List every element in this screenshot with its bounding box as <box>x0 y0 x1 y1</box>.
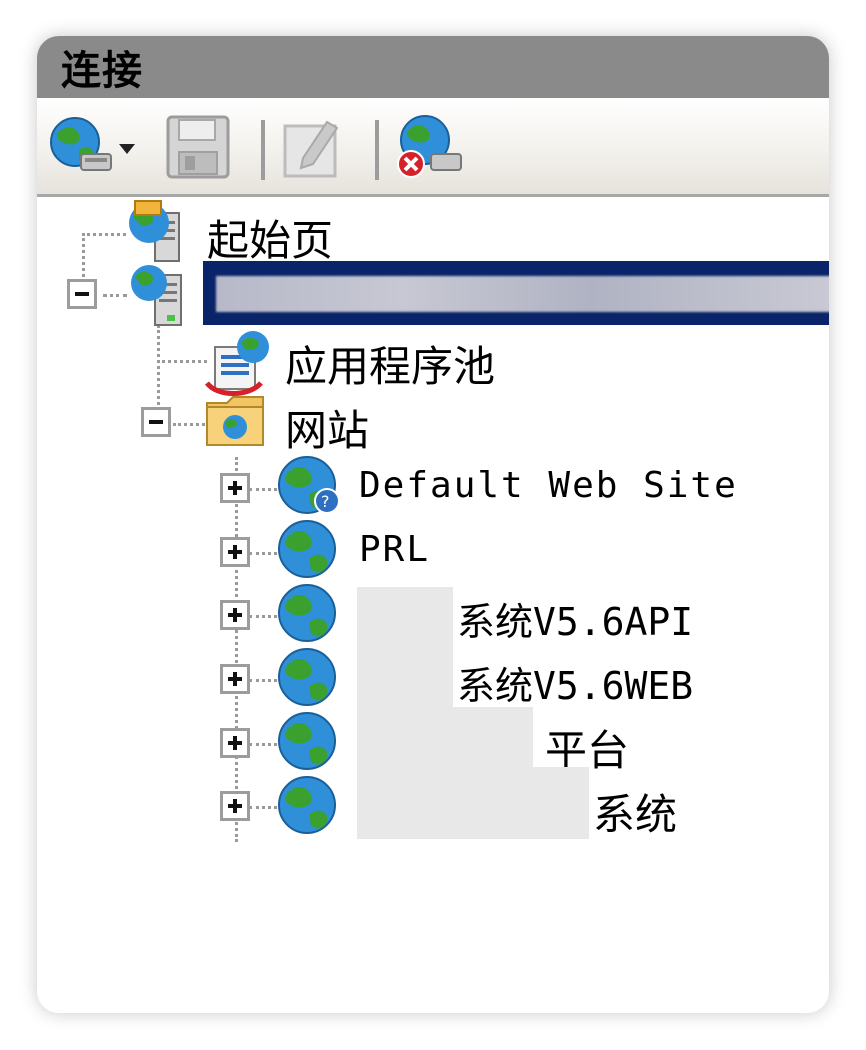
connections-tree: 起始页 应用程序池 网站 ? Default Web Site PRL 系统V5… <box>37 197 829 1013</box>
tree-line <box>82 233 126 236</box>
toolbar-separator <box>261 120 265 180</box>
website-globe-icon: ? <box>278 456 340 514</box>
site-expand-toggle[interactable] <box>220 600 250 630</box>
tree-item-start-page-label[interactable]: 起始页 <box>207 207 333 268</box>
svg-text:?: ? <box>321 492 330 511</box>
site-expand-toggle[interactable] <box>220 791 250 821</box>
tree-item-site-label[interactable]: PRL <box>359 529 430 570</box>
toolbar <box>37 98 829 197</box>
panel-titlebar: 连接 <box>37 36 829 98</box>
redacted-region <box>357 643 453 707</box>
connections-panel: 连接 起始页 应用程序池 网站 ? Default Web Site PRL 系… <box>37 36 829 1013</box>
tree-item-sites-label[interactable]: 网站 <box>285 397 369 458</box>
edit-icon <box>283 120 339 178</box>
tree-line <box>249 552 277 555</box>
website-globe-icon <box>278 776 336 834</box>
website-globe-icon <box>278 648 336 706</box>
site-expand-toggle[interactable] <box>220 537 250 567</box>
tree-item-app-pools-label[interactable]: 应用程序池 <box>285 333 495 394</box>
tree-line <box>249 615 277 618</box>
redacted-region <box>357 767 589 839</box>
tree-item-site-label[interactable]: 系统 <box>593 781 677 842</box>
panel-title: 连接 <box>61 48 143 94</box>
dropdown-arrow-icon[interactable] <box>117 142 137 156</box>
tree-line <box>173 423 205 426</box>
tree-item-site-label[interactable]: 系统V5.6API <box>457 591 693 646</box>
redacted-region <box>357 707 533 771</box>
server-name-redacted <box>216 276 829 312</box>
server-icon <box>131 265 182 326</box>
site-expand-toggle[interactable] <box>220 728 250 758</box>
website-globe-icon <box>278 712 336 770</box>
sites-folder-icon <box>206 396 264 446</box>
site-expand-toggle[interactable] <box>220 473 250 503</box>
tree-line <box>249 743 277 746</box>
server-node-selected[interactable] <box>203 261 829 325</box>
tree-line <box>249 488 277 491</box>
disconnect-icon[interactable] <box>393 110 465 182</box>
tree-item-site-label[interactable]: 系统V5.6WEB <box>457 655 693 710</box>
site-expand-toggle[interactable] <box>220 664 250 694</box>
website-globe-icon <box>278 584 336 642</box>
redacted-region <box>357 587 453 643</box>
tree-line <box>103 294 127 297</box>
save-icon <box>166 115 230 179</box>
tree-line <box>235 457 238 842</box>
server-collapse-toggle[interactable] <box>67 279 97 309</box>
tree-line <box>157 360 207 363</box>
application-pools-icon <box>204 331 269 396</box>
start-page-icon <box>129 200 180 262</box>
tree-line <box>249 806 277 809</box>
toolbar-separator <box>375 120 379 180</box>
tree-line <box>249 679 277 682</box>
connect-globe-icon[interactable] <box>45 112 117 178</box>
tree-item-site-label[interactable]: Default Web Site <box>359 465 738 506</box>
sites-collapse-toggle[interactable] <box>141 407 171 437</box>
website-globe-icon <box>278 520 336 578</box>
